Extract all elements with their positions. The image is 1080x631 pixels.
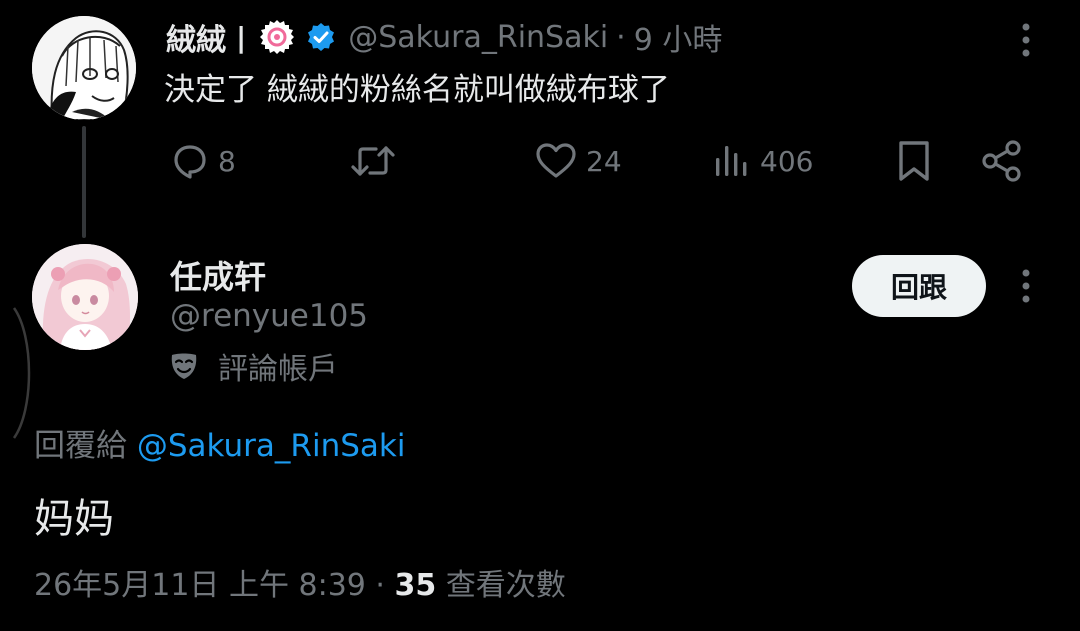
like-button[interactable]: 24 xyxy=(534,136,622,186)
original-tweet-text: 決定了 絨絨的粉絲名就叫做絨布球了 xyxy=(164,72,670,108)
reply-author-name[interactable]: 任成轩 xyxy=(170,252,266,298)
reply-to-mention[interactable]: @Sakura_RinSaki xyxy=(137,428,406,464)
more-icon[interactable] xyxy=(1010,20,1042,60)
original-author-name[interactable]: 絨絨 xyxy=(166,15,226,59)
reply-count: 8 xyxy=(218,144,236,178)
reply-to-line: 回覆給 @Sakura_RinSaki xyxy=(34,420,405,465)
reply-text: 妈妈 xyxy=(34,496,114,542)
retweet-icon xyxy=(351,146,395,176)
share-icon xyxy=(982,140,1021,182)
reply-to-label: 回覆給 xyxy=(34,428,127,464)
views-button[interactable]: 406 xyxy=(712,136,813,186)
reply-author-avatar[interactable] xyxy=(32,244,138,350)
reply-view-label: 查看次數 xyxy=(445,568,566,603)
reply-view-count: 35 xyxy=(394,568,437,603)
time-separator: · xyxy=(616,19,626,55)
views-icon xyxy=(716,146,747,176)
account-note: 評論帳戶 xyxy=(168,344,338,388)
more-icon[interactable] xyxy=(1010,266,1042,306)
follow-back-button[interactable]: 回跟 xyxy=(852,255,986,317)
name-separator: | xyxy=(236,20,247,54)
mask-icon xyxy=(168,350,200,382)
avatar-anime-image xyxy=(32,244,138,350)
views-count: 406 xyxy=(760,144,814,178)
account-note-text: 評論帳戶 xyxy=(218,352,338,387)
original-tweet-time[interactable]: 9 小時 xyxy=(634,15,723,59)
share-button[interactable] xyxy=(980,136,1024,186)
reply-timestamp[interactable]: 26年5月11日 上午 8:39 xyxy=(34,568,366,603)
meta-separator: · xyxy=(375,568,385,603)
retweet-button[interactable] xyxy=(350,136,404,186)
verified-icon xyxy=(306,22,336,52)
reply-meta: 26年5月11日 上午 8:39 · 35 查看次數 xyxy=(34,560,566,604)
narutomaki-badge-icon xyxy=(258,18,296,56)
like-count: 24 xyxy=(586,144,622,178)
tweet-action-bar: 8 24 406 xyxy=(0,136,1080,186)
bookmark-icon xyxy=(899,141,929,181)
original-author-avatar[interactable] xyxy=(32,16,136,120)
reply-author-handle[interactable]: @renyue105 xyxy=(170,298,368,334)
reply-button[interactable]: 8 xyxy=(168,136,236,186)
bookmark-button[interactable] xyxy=(894,136,934,186)
avatar-sketch-image xyxy=(32,16,136,120)
reply-icon xyxy=(174,145,206,179)
original-author-handle[interactable]: @Sakura_RinSaki xyxy=(348,20,608,55)
original-tweet-header: 絨絨 | @Sakura_RinSaki · 9 小時 xyxy=(166,14,722,60)
like-icon xyxy=(536,143,576,178)
